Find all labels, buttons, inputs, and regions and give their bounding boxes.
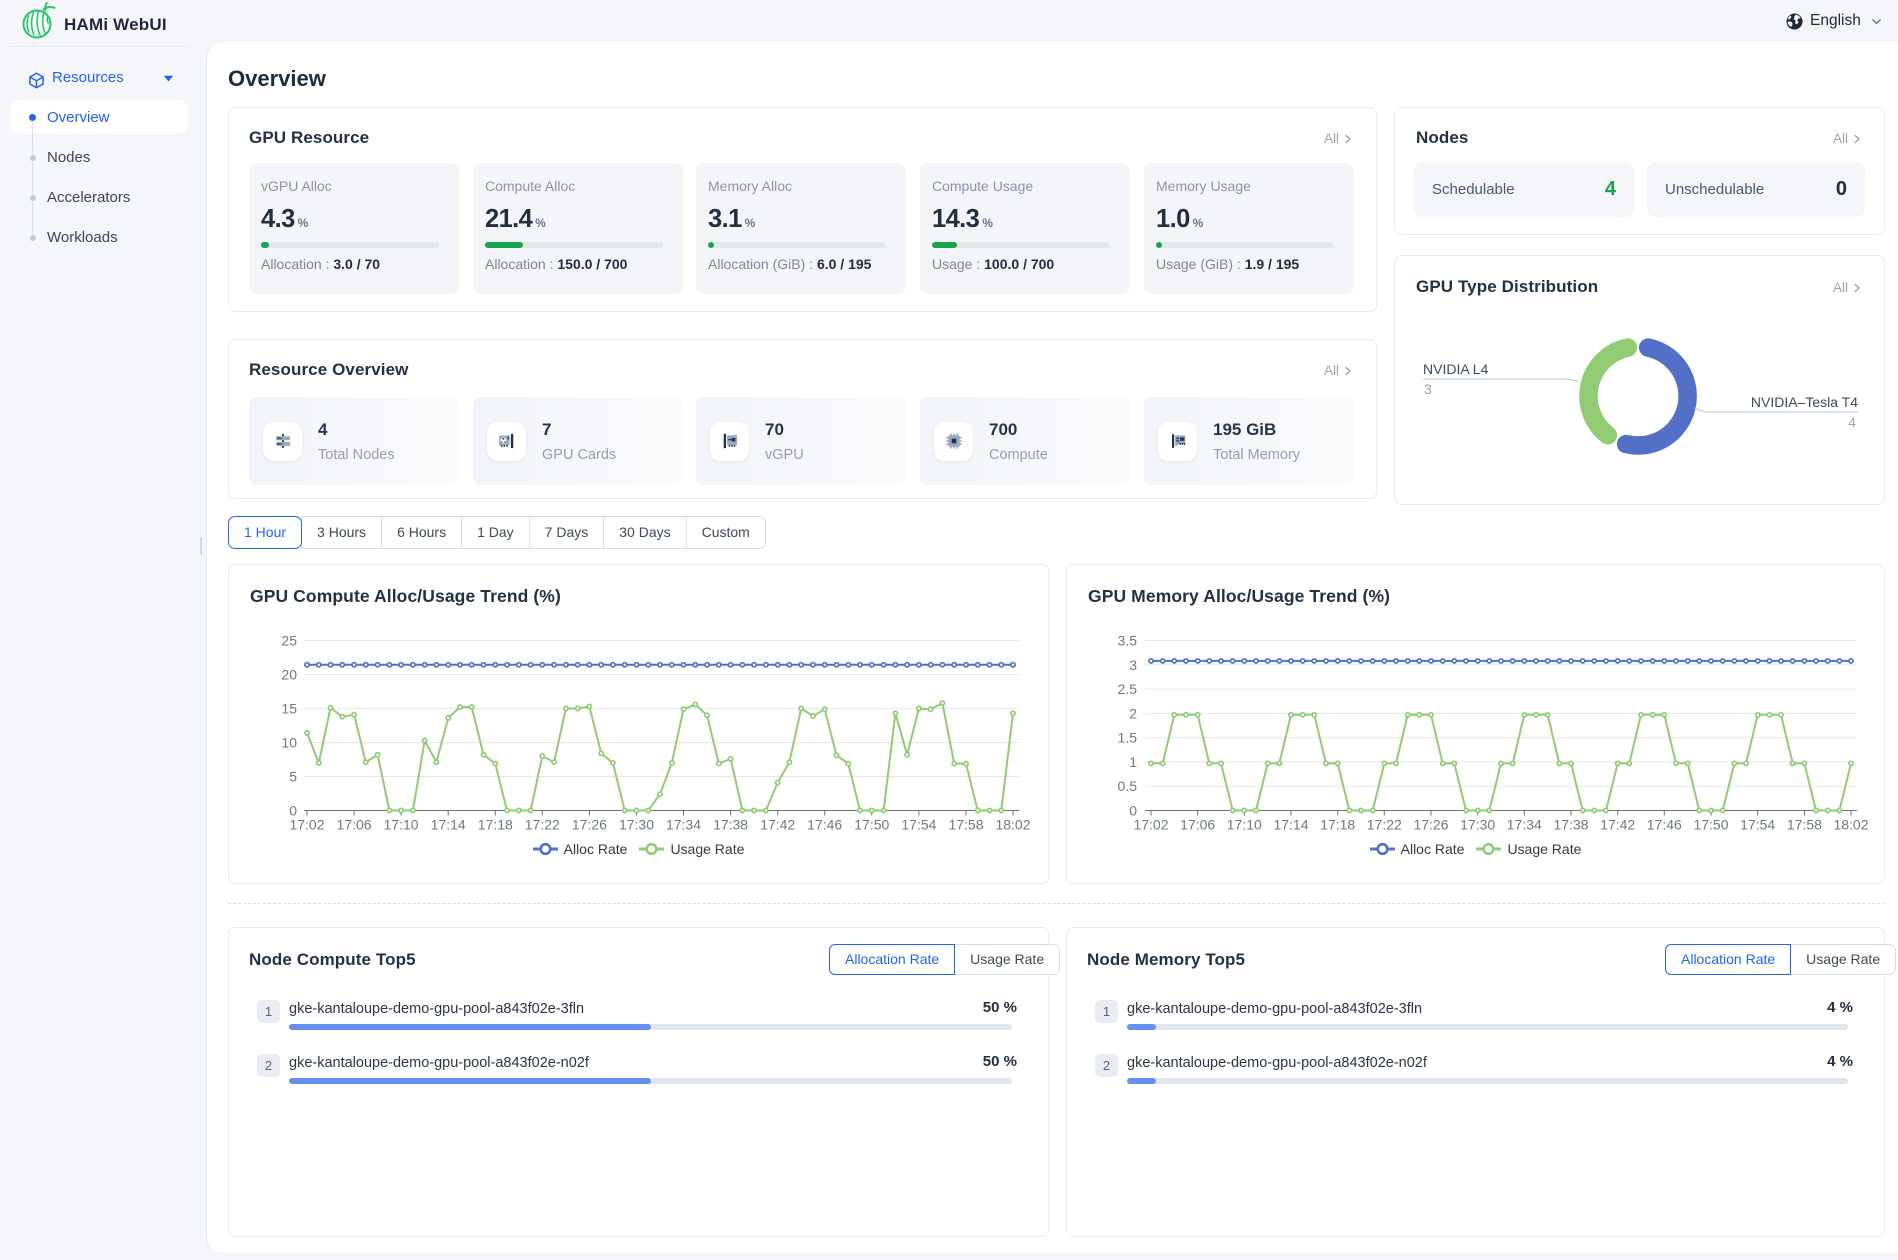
svg-text:17:14: 17:14	[1273, 817, 1308, 833]
svg-text:17:02: 17:02	[289, 817, 324, 833]
svg-text:17:50: 17:50	[854, 817, 889, 833]
svg-text:4: 4	[1848, 414, 1856, 430]
svg-text:0.5: 0.5	[1118, 778, 1138, 794]
svg-text:3.5: 3.5	[1118, 633, 1138, 649]
svg-text:17:18: 17:18	[478, 817, 513, 833]
svg-text:10: 10	[281, 735, 297, 751]
svg-text:17:54: 17:54	[1740, 817, 1775, 833]
svg-text:17:26: 17:26	[1413, 817, 1448, 833]
svg-text:17:46: 17:46	[1647, 817, 1682, 833]
svg-text:3: 3	[1424, 381, 1432, 397]
svg-text:17:42: 17:42	[1600, 817, 1635, 833]
svg-text:17:22: 17:22	[1367, 817, 1402, 833]
svg-text:17:10: 17:10	[1227, 817, 1262, 833]
svg-text:17:58: 17:58	[1787, 817, 1822, 833]
svg-text:17:54: 17:54	[901, 817, 936, 833]
svg-text:17:38: 17:38	[713, 817, 748, 833]
svg-text:17:42: 17:42	[760, 817, 795, 833]
svg-text:1: 1	[1129, 754, 1137, 770]
svg-text:2: 2	[1129, 705, 1137, 721]
svg-text:17:34: 17:34	[666, 817, 701, 833]
svg-text:18:02: 18:02	[1833, 817, 1868, 833]
svg-text:17:06: 17:06	[337, 817, 372, 833]
svg-text:2.5: 2.5	[1118, 681, 1138, 697]
svg-text:5: 5	[289, 769, 297, 785]
svg-text:3: 3	[1129, 657, 1137, 673]
svg-text:17:26: 17:26	[572, 817, 607, 833]
svg-text:17:50: 17:50	[1693, 817, 1728, 833]
svg-text:25: 25	[281, 633, 297, 649]
svg-text:17:14: 17:14	[431, 817, 466, 833]
svg-text:17:02: 17:02	[1133, 817, 1168, 833]
svg-text:18:02: 18:02	[995, 817, 1030, 833]
svg-text:20: 20	[281, 667, 297, 683]
svg-text:17:34: 17:34	[1507, 817, 1542, 833]
svg-text:15: 15	[281, 701, 297, 717]
svg-text:17:06: 17:06	[1180, 817, 1215, 833]
svg-text:17:22: 17:22	[525, 817, 560, 833]
svg-text:17:46: 17:46	[807, 817, 842, 833]
svg-text:17:10: 17:10	[384, 817, 419, 833]
svg-text:17:38: 17:38	[1553, 817, 1588, 833]
svg-text:17:30: 17:30	[1460, 817, 1495, 833]
svg-text:17:58: 17:58	[948, 817, 983, 833]
svg-text:1.5: 1.5	[1118, 730, 1138, 746]
svg-text:17:18: 17:18	[1320, 817, 1355, 833]
svg-text:NVIDIA–Tesla T4: NVIDIA–Tesla T4	[1751, 394, 1858, 410]
svg-text:17:30: 17:30	[619, 817, 654, 833]
svg-text:NVIDIA L4: NVIDIA L4	[1423, 361, 1489, 377]
